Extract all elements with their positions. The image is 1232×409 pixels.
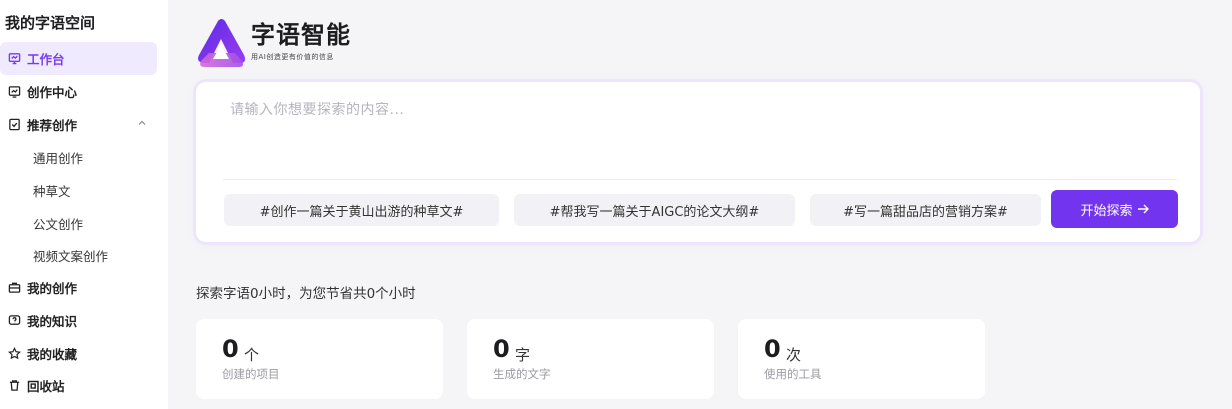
sidebar-item-my-knowledge[interactable]: 我的知识 <box>0 304 157 337</box>
chevron-up-icon[interactable] <box>137 118 147 128</box>
briefcase-icon <box>7 281 21 295</box>
star-icon <box>7 347 21 361</box>
sidebar-subitem-seeding[interactable]: 种草文 <box>33 181 71 200</box>
search-divider <box>223 179 1177 180</box>
stat-value: 0 <box>493 335 510 363</box>
start-explore-button[interactable]: 开始探索 <box>1051 190 1178 228</box>
knowledge-icon <box>7 314 21 328</box>
stat-label: 使用的工具 <box>764 367 822 381</box>
document-check-icon <box>7 118 21 132</box>
brand-logo: 字语智能 用AI创造更有价值的信息 <box>195 19 351 69</box>
sidebar-item-recommended[interactable]: 推荐创作 <box>0 108 157 141</box>
search-card: #创作一篇关于黄山出游的种草文# #帮我写一篇关于AIGC的论文大纲# #写一篇… <box>196 82 1200 242</box>
stat-card-tools: 0 次 使用的工具 <box>738 319 985 399</box>
stat-unit: 字 <box>515 346 531 364</box>
suggestion-chip-dessert-marketing[interactable]: #写一篇甜品店的营销方案# <box>810 194 1041 226</box>
stat-value: 0 <box>764 335 781 363</box>
sidebar-item-label: 工作台 <box>27 52 65 67</box>
sidebar-item-recycle-bin[interactable]: 回收站 <box>0 369 157 402</box>
stat-value: 0 <box>222 335 239 363</box>
sidebar-item-label: 我的知识 <box>27 314 78 329</box>
sidebar-subitem-video-copy[interactable]: 视频文案创作 <box>33 246 108 265</box>
stat-unit: 个 <box>244 346 260 364</box>
suggestion-chip-huangshan[interactable]: #创作一篇关于黄山出游的种草文# <box>224 194 499 226</box>
stats-summary: 探索字语0小时，为您节省共0个小时 <box>196 286 416 302</box>
sidebar-item-label: 我的收藏 <box>27 347 78 362</box>
sidebar-subitem-general[interactable]: 通用创作 <box>33 148 83 167</box>
arrow-right-icon <box>1137 204 1149 214</box>
sidebar-item-creation-center[interactable]: 创作中心 <box>0 75 157 108</box>
stat-unit: 次 <box>786 346 802 364</box>
sidebar-item-my-creations[interactable]: 我的创作 <box>0 271 157 304</box>
stat-label: 创建的项目 <box>222 367 280 381</box>
trash-icon <box>7 379 21 393</box>
sidebar-title: 我的字语空间 <box>5 14 96 32</box>
sidebar-item-label: 回收站 <box>27 379 65 394</box>
search-input[interactable] <box>230 102 1160 118</box>
stat-label: 生成的文字 <box>493 367 551 381</box>
brand-name: 字语智能 <box>251 21 351 49</box>
stat-card-words: 0 字 生成的文字 <box>467 319 714 399</box>
chart-board-icon <box>7 85 21 99</box>
brand-slogan: 用AI创造更有价值的信息 <box>251 53 334 61</box>
sidebar-item-label: 我的创作 <box>27 281 78 296</box>
logo-mark-icon <box>198 19 246 67</box>
sidebar-item-label: 创作中心 <box>27 85 78 100</box>
sidebar-subitem-official[interactable]: 公文创作 <box>33 214 83 233</box>
sidebar-item-favorites[interactable]: 我的收藏 <box>0 337 157 370</box>
start-explore-label: 开始探索 <box>1080 203 1133 219</box>
sidebar: 我的字语空间 工作台 创作中心 推荐创作 通用创作 种草文 公文创作 视频文案创… <box>0 0 168 409</box>
suggestion-chip-aigc-outline[interactable]: #帮我写一篇关于AIGC的论文大纲# <box>514 194 795 226</box>
sidebar-item-workbench[interactable]: 工作台 <box>0 42 157 75</box>
sidebar-item-label: 推荐创作 <box>27 118 78 133</box>
stat-card-projects: 0 个 创建的项目 <box>196 319 443 399</box>
monitor-icon <box>7 52 21 66</box>
